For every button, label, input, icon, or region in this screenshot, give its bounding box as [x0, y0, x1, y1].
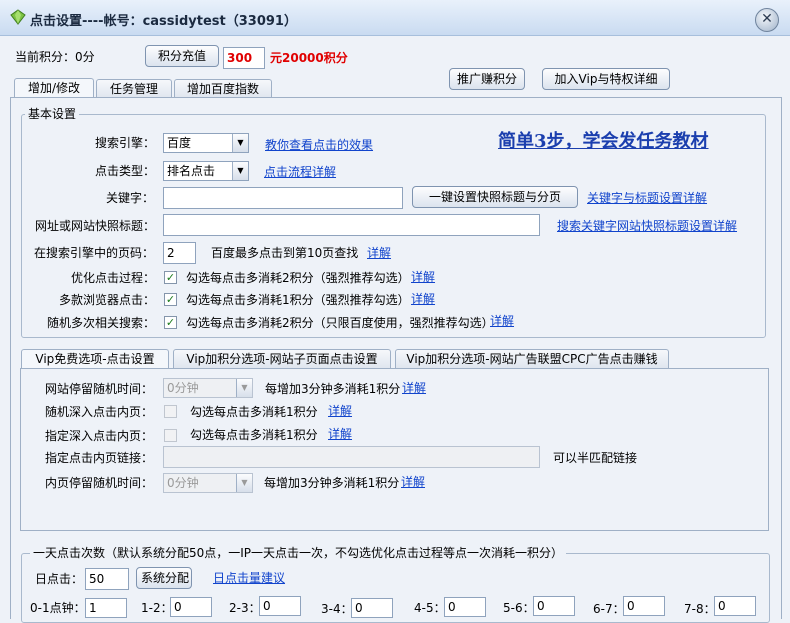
- window-title: 点击设置----帐号：cassidytest（33091）: [30, 14, 297, 29]
- tab-vip-free[interactable]: Vip免费选项-点击设置: [21, 349, 169, 369]
- hour-input[interactable]: 0: [714, 596, 756, 616]
- specified-deep-detail-link[interactable]: 详解: [328, 426, 352, 442]
- optimize-label: 优化点击过程：: [71, 271, 156, 285]
- inner-link-note: 可以半匹配链接: [553, 451, 638, 465]
- hour-input[interactable]: 0: [533, 596, 575, 616]
- hour-input[interactable]: 0: [351, 598, 393, 618]
- specified-deep-label: 指定深入点击内页：: [45, 429, 154, 443]
- inner-stay-label: 内页停留随机时间：: [45, 476, 154, 490]
- specified-deep-checkbox[interactable]: [164, 429, 177, 442]
- inner-stay-note: 每增加3分钟多消耗1积分: [264, 476, 400, 490]
- page-input[interactable]: 2: [163, 242, 196, 264]
- hour-label: 6-7：: [593, 602, 625, 616]
- hour-input[interactable]: 0: [444, 597, 486, 617]
- hour-label: 1-2：: [141, 601, 173, 615]
- hour-input[interactable]: 1: [85, 598, 127, 618]
- recharge-button[interactable]: 积分充值: [145, 45, 219, 67]
- daily-suggest-link[interactable]: 日点击量建议: [213, 570, 285, 586]
- url-label: 网址或网站快照标题：: [35, 219, 156, 233]
- keyword-title-link[interactable]: 关键字与标题设置详解: [587, 190, 707, 206]
- multi-browser-text: 勾选每点击多消耗1积分（强烈推荐勾选）: [186, 293, 410, 307]
- multi-browser-checkbox[interactable]: ✓: [164, 293, 177, 306]
- click-type-value: 排名点击: [167, 164, 216, 178]
- gem-icon: [10, 9, 26, 25]
- inner-stay-select[interactable]: 0分钟 ▼: [163, 473, 253, 493]
- specified-deep-text: 勾选每点击多消耗1积分: [190, 428, 318, 442]
- url-input[interactable]: [163, 214, 540, 236]
- hour-label: 3-4：: [321, 602, 353, 616]
- inner-link-input[interactable]: [163, 446, 540, 468]
- promote-button[interactable]: 推广赚积分: [449, 68, 525, 90]
- daily-clicks-title: 一天点击次数（默认系统分配50点，一IP一天点击一次，不勾选优化点击过程等点一次…: [30, 545, 567, 561]
- amount-input[interactable]: 300: [223, 47, 265, 69]
- tab-vip-subpage[interactable]: Vip加积分选项-网站子页面点击设置: [173, 349, 391, 368]
- chevron-down-icon: ▼: [232, 162, 248, 180]
- chevron-down-icon: ▼: [236, 379, 252, 397]
- random-deep-label: 随机深入点击内页：: [45, 405, 154, 419]
- optimize-checkbox[interactable]: ✓: [164, 271, 177, 284]
- engine-effect-link[interactable]: 教你查看点击的效果: [265, 137, 373, 153]
- auto-assign-button[interactable]: 系统分配: [136, 567, 192, 589]
- stay-time-detail-link[interactable]: 详解: [402, 380, 426, 396]
- click-type-select[interactable]: 排名点击 ▼: [163, 161, 249, 181]
- multi-browser-label: 多款浏览器点击：: [59, 293, 156, 307]
- chevron-down-icon: ▼: [232, 134, 248, 152]
- page-label: 在搜索引擎中的页码：: [34, 246, 155, 260]
- tab-add-modify[interactable]: 增加/修改: [14, 78, 94, 98]
- page-note: 百度最多点击到第10页查找: [211, 246, 359, 260]
- stay-time-select[interactable]: 0分钟 ▼: [163, 378, 253, 398]
- multi-browser-detail-link[interactable]: 详解: [411, 291, 435, 307]
- engine-value: 百度: [167, 136, 192, 150]
- close-icon[interactable]: ✕: [755, 8, 779, 32]
- current-points-label: 当前积分：0分: [15, 50, 95, 64]
- random-deep-text: 勾选每点击多消耗1积分: [190, 405, 318, 419]
- hour-label: 4-5：: [414, 601, 446, 615]
- set-snapshot-button[interactable]: 一键设置快照标题与分页: [412, 186, 578, 208]
- hour-label: 7-8：: [684, 602, 716, 616]
- inner-stay-detail-link[interactable]: 详解: [401, 474, 425, 490]
- hour-input[interactable]: 0: [623, 596, 665, 616]
- engine-select[interactable]: 百度 ▼: [163, 133, 249, 153]
- title-bar: 点击设置----帐号：cassidytest（33091） ✕: [0, 0, 790, 36]
- tab-task-manage[interactable]: 任务管理: [96, 79, 172, 98]
- random-search-checkbox[interactable]: ✓: [164, 316, 177, 329]
- random-deep-checkbox[interactable]: [164, 405, 177, 418]
- daily-clicks-input[interactable]: 50: [85, 568, 129, 590]
- random-deep-detail-link[interactable]: 详解: [328, 403, 352, 419]
- tab-vip-cpc[interactable]: Vip加积分选项-网站广告联盟CPC广告点击赚钱: [395, 349, 669, 368]
- hour-label: 5-6：: [503, 601, 535, 615]
- random-search-text: 勾选每点击多消耗2积分（只限百度使用，强烈推荐勾选）: [186, 316, 494, 330]
- hour-input[interactable]: 0: [259, 596, 301, 616]
- keyword-label: 关键字：: [106, 191, 155, 205]
- optimize-text: 勾选每点击多消耗2积分（强烈推荐勾选）: [186, 271, 410, 285]
- click-flow-link[interactable]: 点击流程详解: [264, 164, 336, 180]
- random-search-label: 随机多次相关搜索：: [47, 316, 156, 330]
- amount-note: 元20000积分: [270, 51, 348, 65]
- tab-baidu-index[interactable]: 增加百度指数: [174, 79, 272, 98]
- stay-time-note: 每增加3分钟多消耗1积分: [265, 382, 401, 396]
- stay-time-value: 0分钟: [167, 381, 199, 395]
- vip-details-button[interactable]: 加入Vip与特权详细: [542, 68, 670, 90]
- keyword-input[interactable]: [163, 187, 403, 209]
- stay-time-label: 网站停留随机时间：: [45, 382, 154, 396]
- hour-input[interactable]: 0: [170, 597, 212, 617]
- daily-clicks-label: 日点击：: [35, 572, 84, 586]
- hour-label: 2-3：: [229, 601, 261, 615]
- engine-label: 搜索引擎：: [95, 136, 156, 150]
- basic-settings-title: 基本设置: [25, 106, 80, 122]
- chevron-down-icon: ▼: [236, 474, 252, 492]
- inner-link-label: 指定点击内页链接：: [45, 451, 154, 465]
- inner-stay-value: 0分钟: [167, 476, 199, 490]
- snapshot-title-link[interactable]: 搜索关键字网站快照标题设置详解: [557, 218, 737, 234]
- hour-label: 0-1点钟：: [30, 601, 86, 615]
- page-detail-link[interactable]: 详解: [367, 245, 391, 261]
- random-search-detail-link[interactable]: 详解: [490, 313, 514, 329]
- tutorial-link[interactable]: 简单3步，学会发任务教材: [498, 127, 709, 153]
- click-type-label: 点击类型：: [95, 164, 156, 178]
- optimize-detail-link[interactable]: 详解: [411, 269, 435, 285]
